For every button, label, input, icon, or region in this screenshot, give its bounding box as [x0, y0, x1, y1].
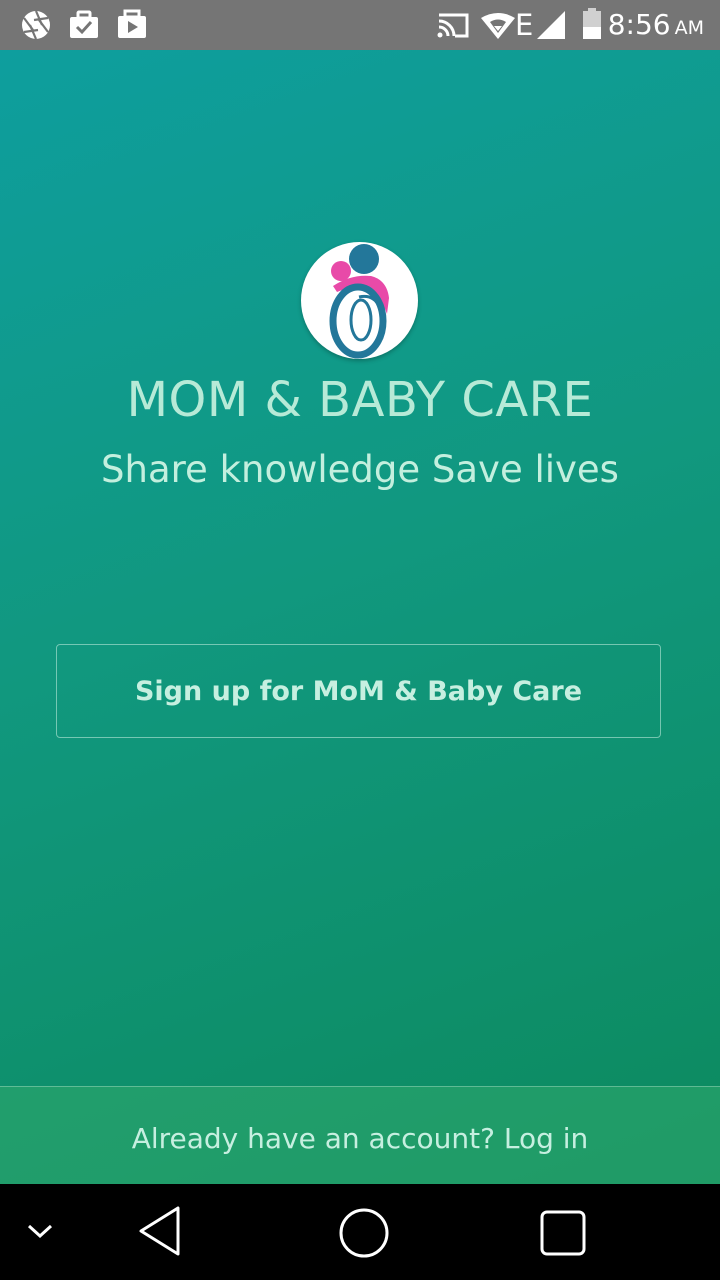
- back-icon[interactable]: [136, 1204, 184, 1262]
- login-link[interactable]: Already have an account? Log in: [132, 1122, 589, 1155]
- recents-icon[interactable]: [539, 1209, 587, 1261]
- status-bar: E 8:56 AM: [0, 0, 720, 50]
- signup-button[interactable]: Sign up for MoM & Baby Care: [56, 644, 661, 738]
- app-logo: [301, 242, 418, 359]
- aperture-icon: [20, 9, 52, 45]
- app-tagline: Share knowledge Save lives: [101, 448, 619, 491]
- status-time: 8:56: [607, 8, 671, 41]
- network-e-icon: E: [515, 8, 534, 42]
- home-icon[interactable]: [338, 1207, 390, 1263]
- chevron-down-icon[interactable]: [26, 1223, 54, 1245]
- briefcase-check-icon: [68, 9, 100, 45]
- status-ampm: AM: [674, 17, 704, 39]
- cast-icon: [436, 11, 470, 43]
- app-title: MOM & BABY CARE: [126, 372, 594, 428]
- wifi-icon: [480, 12, 516, 44]
- status-clock: 8:56 AM: [608, 8, 704, 42]
- play-store-icon: [116, 9, 148, 45]
- battery-icon: [582, 8, 602, 44]
- signal-icon: [536, 10, 566, 44]
- welcome-screen: MOM & BABY CARE Share knowledge Save liv…: [0, 50, 720, 1185]
- login-bar[interactable]: Already have an account? Log in: [0, 1086, 720, 1185]
- mother-baby-logo: [329, 244, 389, 359]
- system-nav-bar: [0, 1184, 720, 1280]
